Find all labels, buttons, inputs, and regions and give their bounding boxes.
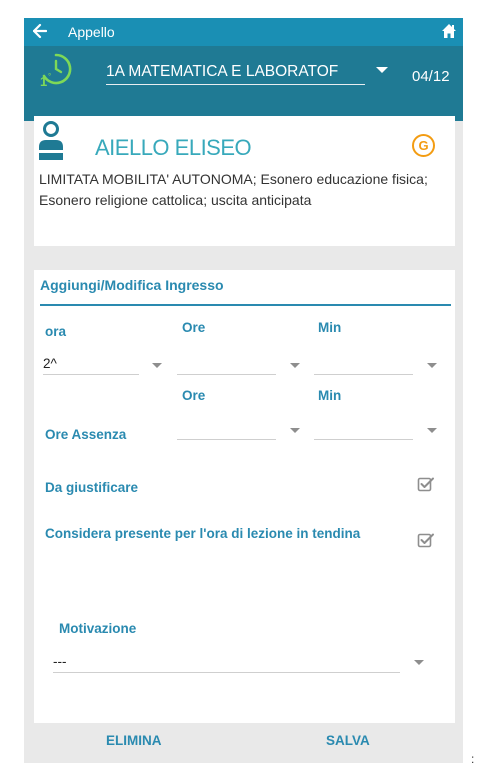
min-caret-icon[interactable] bbox=[427, 363, 437, 368]
stray-mark: : bbox=[471, 752, 475, 766]
min-select[interactable] bbox=[314, 353, 413, 375]
ore-assenza-label: Ore Assenza bbox=[45, 427, 127, 442]
page-title: Appello bbox=[68, 24, 115, 40]
da-giustificare-label: Da giustificare bbox=[45, 480, 139, 495]
class-dropdown-caret-icon[interactable] bbox=[376, 67, 388, 73]
ora-select-value: 2^ bbox=[43, 356, 57, 371]
class-bar: 1 ° 1A MATEMATICA E LABORATOF 04/12 bbox=[24, 46, 463, 121]
back-arrow-icon[interactable] bbox=[32, 23, 48, 39]
svg-text:°: ° bbox=[48, 72, 51, 81]
considera-presente-label: Considera presente per l'ora di lezione … bbox=[45, 526, 361, 541]
footer-actions: ELIMINA SALVA bbox=[24, 723, 463, 763]
home-icon[interactable] bbox=[441, 23, 457, 39]
student-card: AIELLO ELISEO G LIMITATA MOBILITA' AUTON… bbox=[34, 116, 455, 246]
assenza-ore-select[interactable] bbox=[177, 418, 276, 440]
assenza-ore-caret-icon[interactable] bbox=[290, 428, 300, 433]
ore-column-label: Ore bbox=[182, 320, 206, 335]
ore-caret-icon[interactable] bbox=[290, 363, 300, 368]
entry-form-card: Aggiungi/Modifica Ingresso ora Ore Min 2… bbox=[34, 270, 455, 723]
assenza-min-select[interactable] bbox=[314, 418, 413, 440]
motivazione-select[interactable]: --- bbox=[53, 651, 400, 673]
class-select-value: 1A MATEMATICA E LABORATOF bbox=[106, 63, 339, 80]
assenza-min-column-label: Min bbox=[318, 388, 342, 403]
ora-caret-icon[interactable] bbox=[152, 363, 162, 368]
ora-select[interactable]: 2^ bbox=[43, 353, 139, 375]
student-badge[interactable]: G bbox=[412, 134, 435, 157]
svg-text:1: 1 bbox=[40, 74, 47, 88]
motivazione-value: --- bbox=[53, 654, 67, 669]
motivazione-label: Motivazione bbox=[59, 621, 137, 636]
clock-first-hour-icon: 1 ° bbox=[39, 52, 73, 89]
student-person-icon bbox=[36, 120, 66, 160]
da-giustificare-checkbox[interactable] bbox=[417, 475, 435, 493]
top-bar: Appello bbox=[24, 18, 463, 46]
student-notes: LIMITATA MOBILITA' AUTONOMA; Esonero edu… bbox=[39, 171, 428, 208]
assenza-min-caret-icon[interactable] bbox=[427, 428, 437, 433]
min-column-label: Min bbox=[318, 320, 342, 335]
motivazione-caret-icon[interactable] bbox=[414, 660, 424, 665]
student-name: AIELLO ELISEO bbox=[95, 135, 252, 160]
checkbox-checked-icon bbox=[417, 477, 434, 492]
ore-select[interactable] bbox=[177, 353, 276, 375]
delete-button[interactable]: ELIMINA bbox=[106, 733, 162, 749]
checkbox-checked-icon bbox=[417, 533, 434, 548]
app-window: Appello 1 ° 1A MATEMATICA E LABORATOF 04… bbox=[24, 18, 463, 763]
form-title-divider bbox=[40, 304, 451, 306]
class-select[interactable]: 1A MATEMATICA E LABORATOF bbox=[106, 59, 365, 85]
student-counter: 04/12 bbox=[412, 68, 450, 85]
ora-column-label: ora bbox=[45, 324, 67, 339]
form-title: Aggiungi/Modifica Ingresso bbox=[40, 277, 224, 293]
save-button[interactable]: SALVA bbox=[326, 733, 370, 749]
assenza-ore-column-label: Ore bbox=[182, 388, 206, 403]
considera-presente-checkbox[interactable] bbox=[417, 531, 435, 549]
